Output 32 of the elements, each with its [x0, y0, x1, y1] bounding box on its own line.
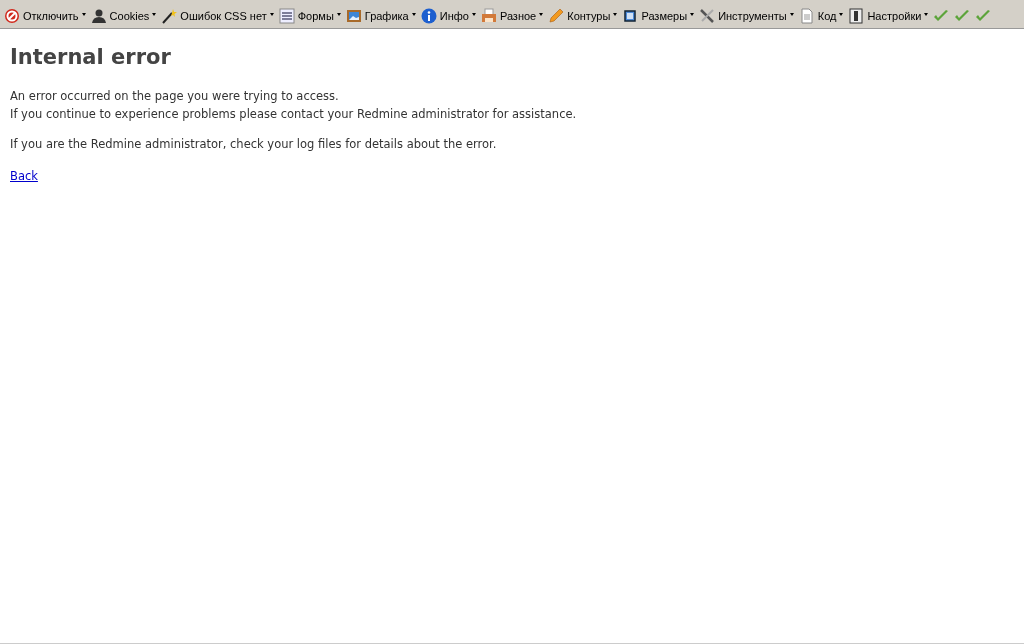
- error-message-line: An error occurred on the page you were trying to access.: [10, 88, 340, 105]
- tools-icon: [699, 8, 716, 24]
- page-title: Internal error: [10, 45, 172, 69]
- crop-icon: [622, 8, 639, 24]
- back-link[interactable]: Back: [10, 169, 38, 183]
- toolbar-menu-button[interactable]: Разное: [480, 8, 544, 24]
- toolbar-menu-button[interactable]: Инструменты: [699, 8, 794, 24]
- checkmark-icon[interactable]: [954, 8, 971, 24]
- pencil-icon: [548, 8, 565, 24]
- info-icon: [420, 8, 437, 24]
- person-icon: [90, 8, 107, 24]
- error-message-line: If you continue to experience problems please contact your Redmine administrator for assistance.: [10, 106, 578, 123]
- error-message-line: If you are the Redmine administrator, check your log files for details about the error.: [10, 136, 498, 153]
- printer-icon: [480, 8, 497, 24]
- toolbar-menu-button[interactable]: Контуры: [548, 8, 618, 24]
- panel-icon: [848, 8, 865, 24]
- no-entry-icon: [4, 8, 20, 24]
- checkmark-icon[interactable]: [975, 8, 992, 24]
- toolbar-menu-button[interactable]: Формы: [278, 8, 341, 24]
- toolbar-menu-button[interactable]: Инфо: [420, 8, 476, 24]
- toolbar-menu-button[interactable]: Cookies: [90, 8, 157, 24]
- toolbar-menu-button[interactable]: Графика: [345, 8, 416, 24]
- toolbar-menu-button[interactable]: Отключить: [4, 8, 86, 24]
- wand-icon: [161, 8, 178, 24]
- checkmark-icon[interactable]: [933, 8, 950, 24]
- toolbar-menu-button[interactable]: Код: [798, 8, 844, 24]
- picture-icon: [345, 8, 362, 24]
- toolbar-menu-button[interactable]: Размеры: [622, 8, 695, 24]
- form-icon: [278, 8, 295, 24]
- document-icon: [798, 8, 815, 24]
- toolbar-menu-button[interactable]: Ошибок CSS нет: [161, 8, 274, 24]
- toolbar-menu-button[interactable]: Настройки: [848, 8, 929, 24]
